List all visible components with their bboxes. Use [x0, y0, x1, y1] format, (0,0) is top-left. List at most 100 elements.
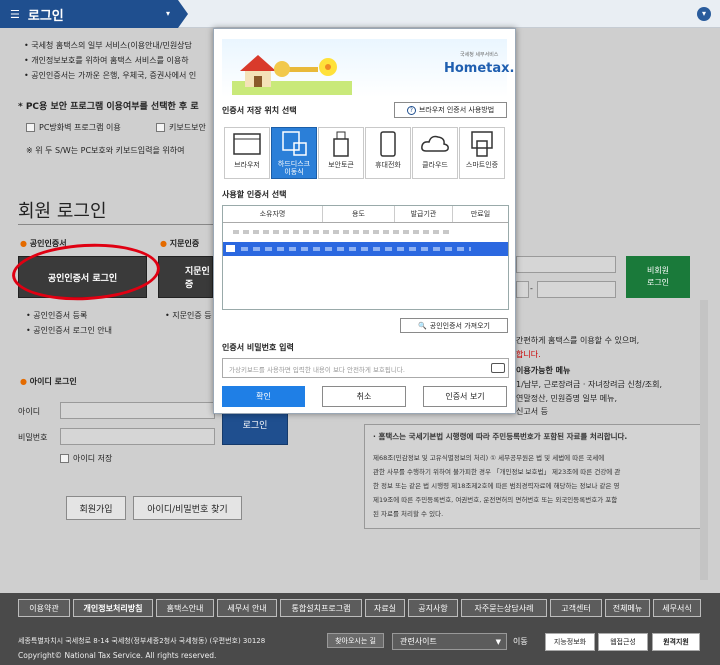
- keyboard-label: 키보드보안: [169, 123, 206, 132]
- house-key-illustration: [232, 55, 352, 95]
- notice-3: • 공인인증서는 가까운 은행, 우체국, 증권사에서 인: [24, 71, 197, 80]
- footer-install[interactable]: 통합설치프로그램: [280, 599, 362, 617]
- id-section-label: ● 아이디 로그인: [20, 377, 77, 386]
- footer-privacy[interactable]: 개인정보처리방침: [73, 599, 153, 617]
- device-cloud[interactable]: 클라우드: [412, 127, 458, 179]
- phone-icon: [366, 128, 410, 160]
- save-id-checkbox[interactable]: [60, 454, 69, 463]
- security-note: ※ 위 두 S/W는 PC보호와 키보드입력을 위하여: [26, 146, 185, 155]
- notice-2: • 개인정보보호를 위하여 홈택스 서비스를 이용하: [24, 56, 189, 65]
- firewall-checkbox[interactable]: [26, 123, 35, 132]
- available-menu-title: 이용가능한 메뉴: [516, 366, 571, 375]
- nonmember-rrn2-input[interactable]: [537, 281, 616, 298]
- keyboard-option[interactable]: 키보드보안: [156, 122, 206, 133]
- footer-hometax-info[interactable]: 홈택스안내: [156, 599, 214, 617]
- col-usage[interactable]: 용도: [323, 206, 395, 222]
- pw-placeholder: 가상키보드를 사용하면 입력한 내용이 보다 안전하게 보호됩니다.: [229, 366, 405, 374]
- footer-archive[interactable]: 자료실: [365, 599, 405, 617]
- finger-section-label: ● 지문인증: [160, 239, 200, 248]
- browser-icon: [225, 128, 269, 160]
- available-menu-1: 1/납부, 근로장려금 · 자녀장려금 신청/조회,: [516, 380, 663, 389]
- save-id-label: 아이디 저장: [73, 454, 113, 463]
- scrollbar[interactable]: [700, 300, 708, 580]
- footer-terms[interactable]: 이용약관: [18, 599, 70, 617]
- cloud-icon: [413, 128, 457, 160]
- cert-table[interactable]: 소유자명 용도 발급기관 만료일: [222, 205, 509, 310]
- search-icon: 🔍: [418, 321, 427, 330]
- pw-input-label: 인증서 비밀번호 입력: [222, 343, 294, 352]
- col-owner[interactable]: 소유자명: [223, 206, 323, 222]
- location-label: 인증서 저장 위치 선택: [222, 106, 297, 115]
- nonmember-login-button[interactable]: 비회원 로그인: [626, 256, 690, 298]
- keyboard-checkbox[interactable]: [156, 123, 165, 132]
- privacy-line: 제68조(민감정보 및 고유식별정보의 처리) ① 세무공무원은 법 및 세법에…: [373, 454, 605, 462]
- view-cert-button[interactable]: 인증서 보기: [423, 386, 507, 407]
- finger-login-button[interactable]: 지문인증: [158, 256, 213, 298]
- related-sites-select[interactable]: 관련사이트 ▼: [392, 633, 507, 650]
- badge-informatization: 지능정보화: [545, 633, 595, 651]
- footer: 이용약관 개인정보처리방침 홈택스안내 세무서 안내 통합설치프로그램 자료실 …: [0, 593, 720, 665]
- privacy-line: 제19조에 따른 주민등록번호, 여권번호, 운전면허의 면허번호 또는 외국인…: [373, 496, 618, 504]
- cert-row-selected[interactable]: [223, 242, 508, 256]
- cert-icon: [226, 245, 235, 252]
- footer-forms[interactable]: 세무서식: [653, 599, 701, 617]
- blurred-row: [233, 230, 453, 234]
- cert-select-label: 사용할 인증서 선택: [222, 190, 287, 199]
- hometax-logo-sub: 국세청 세무서비스: [460, 52, 499, 58]
- dropdown-arrow-icon: ▼: [495, 637, 501, 646]
- harddisk-icon: [272, 128, 316, 160]
- privacy-line: 관한 사무를 수행하기 위하여 불가피한 경우 「개인정보 보호법」 제23조에…: [373, 468, 621, 476]
- import-cert-button[interactable]: 🔍 공인인증서 가져오기: [400, 318, 508, 333]
- usb-token-icon: [319, 128, 363, 160]
- find-id-pw-button[interactable]: 아이디/비밀번호 찾기: [133, 496, 242, 520]
- divider: [18, 224, 213, 225]
- privacy-heading: · 홈택스는 국세기본법 시행령에 따라 주민등록번호가 포함된 자료를 처리합…: [373, 432, 628, 441]
- col-expiry[interactable]: 만료일: [453, 206, 508, 222]
- dialog-banner: Hometax. 국세청 세무서비스: [222, 39, 514, 97]
- firewall-option[interactable]: PC방화벽 프로그램 이용: [26, 122, 121, 133]
- title-tab[interactable]: ☰ 로그인 ▾: [0, 0, 188, 28]
- finger-register-link[interactable]: • 지문인증 등: [165, 310, 212, 321]
- footer-notice[interactable]: 공지사항: [408, 599, 458, 617]
- cancel-button[interactable]: 취소: [322, 386, 406, 407]
- join-button[interactable]: 회원가입: [66, 496, 126, 520]
- smart-auth-icon: [460, 128, 504, 160]
- device-browser[interactable]: 브라우저: [224, 127, 270, 179]
- cert-guide-link[interactable]: • 공인인증서 로그인 안내: [26, 325, 112, 336]
- ok-button[interactable]: 확인: [222, 386, 305, 407]
- security-heading: * PC용 보안 프로그램 이용여부를 선택한 후 로: [18, 102, 199, 112]
- privacy-line: 된 자료를 처리할 수 있다.: [373, 510, 444, 518]
- device-phone[interactable]: 휴대전화: [365, 127, 411, 179]
- available-menu-3: 신고서 등: [516, 407, 548, 416]
- chevron-down-icon[interactable]: ▾: [166, 9, 170, 18]
- cert-password-input[interactable]: 가상키보드를 사용하면 입력한 내용이 보다 안전하게 보호됩니다.: [222, 358, 509, 378]
- pw-input[interactable]: [60, 428, 215, 445]
- hamburger-icon[interactable]: ☰: [10, 8, 20, 21]
- remote-support-button[interactable]: 원격지원: [652, 633, 700, 651]
- cert-register-link[interactable]: • 공인인증서 등록: [26, 310, 87, 321]
- col-issuer[interactable]: 발급기관: [395, 206, 453, 222]
- pw-label: 비밀번호: [18, 433, 48, 442]
- directions-button[interactable]: 찾아오시는 길: [327, 633, 384, 648]
- id-input[interactable]: [60, 402, 215, 419]
- save-id-option[interactable]: 아이디 저장: [60, 453, 112, 464]
- notice-1: • 국세청 홈택스의 일부 서비스(이용안내/민원상담: [24, 41, 192, 50]
- id-label: 아이디: [18, 407, 41, 416]
- device-smart[interactable]: 스마트인증: [459, 127, 505, 179]
- device-token[interactable]: 보안토큰: [318, 127, 364, 179]
- footer-support[interactable]: 고객센터: [550, 599, 602, 617]
- collapse-chevron-icon[interactable]: ▾: [697, 7, 711, 21]
- nonmember-name-input[interactable]: [516, 256, 616, 273]
- browser-cert-help-button[interactable]: ? 브라우저 인증서 사용방법: [394, 102, 507, 118]
- available-menu-2: 연말정산, 민원증명 일부 메뉴,: [516, 394, 618, 403]
- virtual-keyboard-icon[interactable]: [491, 363, 505, 373]
- badge-accessibility: 웹접근성: [598, 633, 648, 651]
- footer-office-info[interactable]: 세무서 안내: [217, 599, 277, 617]
- go-button[interactable]: 이동: [513, 636, 528, 647]
- nonmember-rrn1-input[interactable]: [516, 281, 529, 298]
- device-harddisk[interactable]: 하드디스크 이동식: [271, 127, 317, 179]
- footer-all-menu[interactable]: 전체메뉴: [605, 599, 650, 617]
- firewall-label: PC방화벽 프로그램 이용: [39, 123, 121, 132]
- hometax-logo: Hometax.: [444, 61, 515, 76]
- footer-faq[interactable]: 자주묻는상담사례: [461, 599, 547, 617]
